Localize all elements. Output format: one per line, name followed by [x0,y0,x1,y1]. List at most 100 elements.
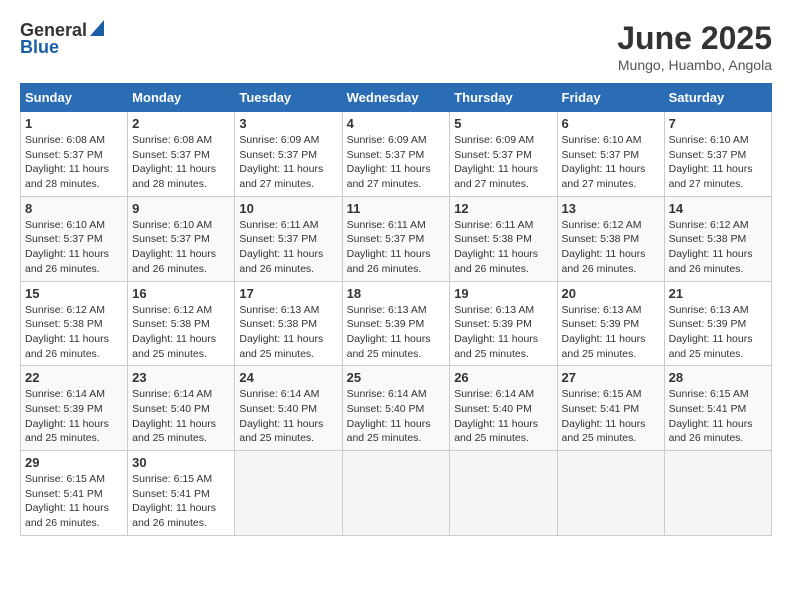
daylight-minutes: and 25 minutes. [562,432,637,444]
day-info: Sunrise: 6:15 AM Sunset: 5:41 PM Dayligh… [132,472,230,531]
day-number: 9 [132,201,230,216]
day-number: 15 [25,286,123,301]
sunrise-label: Sunrise: 6:08 AM [132,134,212,146]
sunset-label: Sunset: 5:37 PM [25,233,103,245]
day-number: 18 [347,286,446,301]
sunset-label: Sunset: 5:39 PM [669,318,747,330]
calendar-cell: 5 Sunrise: 6:09 AM Sunset: 5:37 PM Dayli… [450,112,557,197]
sunset-label: Sunset: 5:40 PM [239,403,317,415]
daylight-label: Daylight: 11 hours [239,163,323,175]
location-subtitle: Mungo, Huambo, Angola [617,57,772,73]
calendar-cell: 7 Sunrise: 6:10 AM Sunset: 5:37 PM Dayli… [664,112,771,197]
logo: General Blue [20,20,104,58]
calendar-table: Sunday Monday Tuesday Wednesday Thursday… [20,83,772,536]
day-info: Sunrise: 6:14 AM Sunset: 5:40 PM Dayligh… [132,387,230,446]
calendar-week-row: 8 Sunrise: 6:10 AM Sunset: 5:37 PM Dayli… [21,196,772,281]
sunset-label: Sunset: 5:38 PM [454,233,532,245]
calendar-cell [235,451,342,536]
day-info: Sunrise: 6:11 AM Sunset: 5:37 PM Dayligh… [347,218,446,277]
calendar-cell: 9 Sunrise: 6:10 AM Sunset: 5:37 PM Dayli… [128,196,235,281]
calendar-cell: 15 Sunrise: 6:12 AM Sunset: 5:38 PM Dayl… [21,281,128,366]
sunset-label: Sunset: 5:39 PM [347,318,425,330]
daylight-minutes: and 27 minutes. [239,178,314,190]
sunset-label: Sunset: 5:39 PM [25,403,103,415]
sunrise-label: Sunrise: 6:15 AM [25,473,105,485]
day-info: Sunrise: 6:13 AM Sunset: 5:39 PM Dayligh… [454,303,552,362]
calendar-cell: 6 Sunrise: 6:10 AM Sunset: 5:37 PM Dayli… [557,112,664,197]
day-info: Sunrise: 6:15 AM Sunset: 5:41 PM Dayligh… [25,472,123,531]
calendar-cell: 30 Sunrise: 6:15 AM Sunset: 5:41 PM Dayl… [128,451,235,536]
daylight-label: Daylight: 11 hours [347,163,431,175]
daylight-label: Daylight: 11 hours [454,163,538,175]
sunset-label: Sunset: 5:38 PM [562,233,640,245]
sunset-label: Sunset: 5:37 PM [347,149,425,161]
sunrise-label: Sunrise: 6:11 AM [347,219,426,231]
daylight-label: Daylight: 11 hours [669,418,753,430]
daylight-minutes: and 26 minutes. [669,432,744,444]
sunrise-label: Sunrise: 6:11 AM [454,219,533,231]
calendar-cell: 1 Sunrise: 6:08 AM Sunset: 5:37 PM Dayli… [21,112,128,197]
header-friday: Friday [557,84,664,112]
calendar-cell: 17 Sunrise: 6:13 AM Sunset: 5:38 PM Dayl… [235,281,342,366]
daylight-minutes: and 26 minutes. [132,517,207,529]
calendar-cell: 4 Sunrise: 6:09 AM Sunset: 5:37 PM Dayli… [342,112,450,197]
calendar-cell [342,451,450,536]
day-info: Sunrise: 6:10 AM Sunset: 5:37 PM Dayligh… [562,133,660,192]
sunrise-label: Sunrise: 6:14 AM [25,388,105,400]
day-number: 14 [669,201,767,216]
daylight-minutes: and 26 minutes. [132,263,207,275]
sunset-label: Sunset: 5:37 PM [562,149,640,161]
day-number: 20 [562,286,660,301]
header: General Blue June 2025 Mungo, Huambo, An… [20,20,772,73]
day-info: Sunrise: 6:14 AM Sunset: 5:40 PM Dayligh… [347,387,446,446]
header-wednesday: Wednesday [342,84,450,112]
daylight-minutes: and 26 minutes. [239,263,314,275]
logo-triangle-icon [90,20,104,41]
sunset-label: Sunset: 5:37 PM [669,149,747,161]
sunrise-label: Sunrise: 6:13 AM [347,304,427,316]
daylight-minutes: and 28 minutes. [25,178,100,190]
daylight-minutes: and 25 minutes. [239,432,314,444]
daylight-label: Daylight: 11 hours [562,333,646,345]
daylight-label: Daylight: 11 hours [25,502,109,514]
day-info: Sunrise: 6:13 AM Sunset: 5:39 PM Dayligh… [669,303,767,362]
daylight-label: Daylight: 11 hours [669,333,753,345]
day-number: 21 [669,286,767,301]
daylight-label: Daylight: 11 hours [25,333,109,345]
day-info: Sunrise: 6:14 AM Sunset: 5:40 PM Dayligh… [454,387,552,446]
sunrise-label: Sunrise: 6:09 AM [239,134,319,146]
daylight-label: Daylight: 11 hours [562,418,646,430]
day-info: Sunrise: 6:15 AM Sunset: 5:41 PM Dayligh… [669,387,767,446]
day-number: 17 [239,286,337,301]
header-thursday: Thursday [450,84,557,112]
day-number: 1 [25,116,123,131]
sunrise-label: Sunrise: 6:10 AM [132,219,212,231]
sunset-label: Sunset: 5:41 PM [132,488,210,500]
day-number: 7 [669,116,767,131]
day-number: 6 [562,116,660,131]
day-info: Sunrise: 6:09 AM Sunset: 5:37 PM Dayligh… [347,133,446,192]
daylight-minutes: and 25 minutes. [239,348,314,360]
sunrise-label: Sunrise: 6:13 AM [239,304,319,316]
calendar-week-row: 22 Sunrise: 6:14 AM Sunset: 5:39 PM Dayl… [21,366,772,451]
calendar-cell: 11 Sunrise: 6:11 AM Sunset: 5:37 PM Dayl… [342,196,450,281]
sunrise-label: Sunrise: 6:09 AM [347,134,427,146]
daylight-minutes: and 25 minutes. [454,348,529,360]
daylight-label: Daylight: 11 hours [132,502,216,514]
sunset-label: Sunset: 5:38 PM [239,318,317,330]
sunrise-label: Sunrise: 6:11 AM [239,219,318,231]
day-number: 28 [669,370,767,385]
calendar-cell: 27 Sunrise: 6:15 AM Sunset: 5:41 PM Dayl… [557,366,664,451]
day-number: 23 [132,370,230,385]
day-number: 19 [454,286,552,301]
sunset-label: Sunset: 5:37 PM [132,149,210,161]
sunset-label: Sunset: 5:41 PM [25,488,103,500]
sunrise-label: Sunrise: 6:13 AM [562,304,642,316]
sunset-label: Sunset: 5:37 PM [132,233,210,245]
calendar-header-row: Sunday Monday Tuesday Wednesday Thursday… [21,84,772,112]
calendar-cell: 26 Sunrise: 6:14 AM Sunset: 5:40 PM Dayl… [450,366,557,451]
sunset-label: Sunset: 5:37 PM [239,149,317,161]
calendar-cell: 12 Sunrise: 6:11 AM Sunset: 5:38 PM Dayl… [450,196,557,281]
day-number: 16 [132,286,230,301]
sunset-label: Sunset: 5:37 PM [454,149,532,161]
